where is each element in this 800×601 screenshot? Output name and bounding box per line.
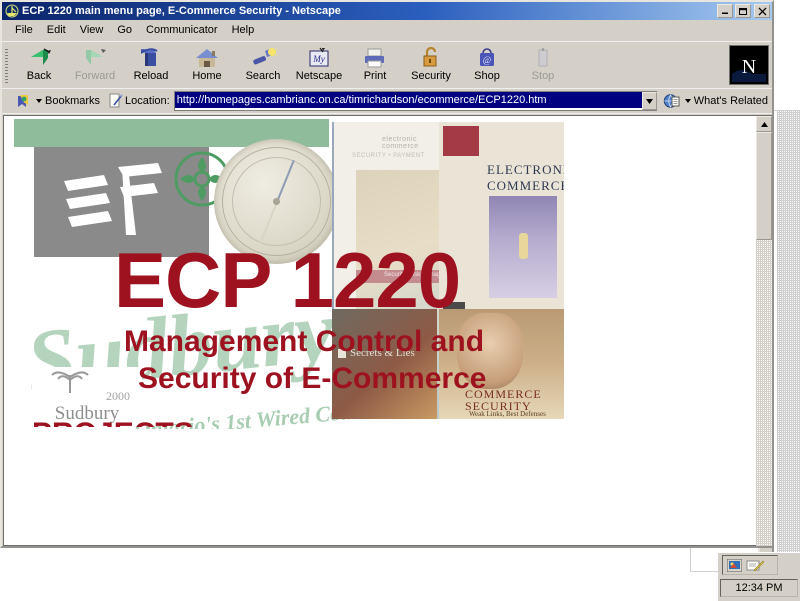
sudbury-logo-year: 2000 (106, 389, 130, 403)
security-button-label: Security (411, 70, 451, 82)
security-button[interactable]: Security (403, 44, 459, 82)
tray-icon-group[interactable] (722, 555, 778, 575)
publisher-logo (443, 126, 479, 156)
scrollbar-thumb[interactable] (756, 132, 772, 240)
menu-item-file[interactable]: File (8, 22, 40, 38)
stop-button[interactable]: Stop (515, 44, 571, 82)
scroll-up-button[interactable] (756, 116, 772, 132)
forward-button[interactable]: Forward (67, 44, 123, 82)
home-button[interactable]: Home (179, 44, 235, 82)
close-button[interactable] (754, 4, 770, 18)
content-vertical-scrollbar[interactable] (756, 115, 772, 546)
scrollbar-track[interactable] (756, 240, 772, 546)
display-properties-icon[interactable] (727, 558, 742, 572)
minimize-icon (722, 12, 728, 14)
forward-button-label: Forward (74, 70, 116, 82)
netscape-ship-icon (5, 4, 19, 18)
chevron-up-icon (760, 121, 768, 127)
banner-subtitle-line2: Security of E-Commerce (138, 362, 487, 395)
pencil-notepad-icon[interactable] (746, 559, 764, 572)
search-button[interactable]: Search (235, 44, 291, 82)
reload-button[interactable]: Reload (123, 44, 179, 82)
chevron-down-icon (684, 99, 691, 103)
bg-window-scroll-track[interactable] (777, 111, 800, 571)
reload-arrow-icon (137, 46, 165, 70)
cambrian-college-logo-icon (64, 163, 162, 235)
toolbar-grip-handle[interactable] (2, 42, 11, 88)
menu-item-communicator[interactable]: Communicator (139, 22, 225, 38)
toolbar-button-group: Back Forward Reload Home Search My Netsc… (11, 42, 571, 88)
back-arrow-icon (25, 46, 53, 70)
book2-title-line1: ELECTRONIC (487, 162, 564, 177)
content-shell: Sudbury Ontario's 1st Wired Community! 2… (2, 113, 772, 546)
menu-item-help[interactable]: Help (225, 22, 262, 38)
menu-item-go[interactable]: Go (110, 22, 139, 38)
whats-related-button[interactable]: What's Related (659, 93, 772, 110)
forward-arrow-icon (81, 46, 109, 70)
stop-button-label: Stop (531, 70, 555, 82)
navigation-toolbar: Back Forward Reload Home Search My Netsc… (2, 41, 772, 88)
minimize-button[interactable] (717, 4, 733, 18)
my-netscape-icon: My (306, 46, 332, 70)
menu-item-edit[interactable]: Edit (40, 22, 73, 38)
my-netscape-button-label: Netscape (295, 70, 343, 82)
home-button-label: Home (192, 70, 222, 82)
url-field-wrapper[interactable] (173, 91, 657, 111)
menu-bar: File Edit View Go Communicator Help (2, 20, 772, 41)
restore-button[interactable] (735, 4, 751, 18)
sudbury-2000-logo: 2000 Sudbury (32, 367, 142, 423)
location-label: Location: (125, 95, 170, 107)
netscape-logo-button[interactable]: N (729, 45, 769, 85)
taskbar-tray: 12:34 PM (718, 552, 800, 601)
house-icon (194, 46, 220, 70)
netscape-browser-window: ECP 1220 main menu page, E-Commerce Secu… (0, 0, 774, 548)
print-button[interactable]: Print (347, 44, 403, 82)
window-title: ECP 1220 main menu page, E-Commerce Secu… (22, 5, 341, 17)
chevron-down-icon (36, 99, 42, 103)
banner-course-code: ECP 1220 (114, 236, 461, 324)
book2-title-line2: COMMERCE (487, 178, 564, 193)
bookmark-ribbon-icon (18, 94, 28, 107)
shop-button[interactable]: @ Shop (459, 44, 515, 82)
stop-sign-icon (531, 46, 555, 70)
web-page: Sudbury Ontario's 1st Wired Community! 2… (4, 116, 756, 429)
taskbar-clock[interactable]: 12:34 PM (720, 579, 798, 597)
window-titlebar[interactable]: ECP 1220 main menu page, E-Commerce Secu… (2, 2, 772, 20)
shopping-bag-icon: @ (475, 46, 499, 70)
url-input[interactable] (174, 92, 642, 108)
bookmarks-button[interactable]: Bookmarks (11, 94, 104, 109)
open-padlock-icon (419, 46, 443, 70)
book1-caption-sub: SECURITY • PAYMENT (352, 153, 425, 159)
svg-text:N: N (742, 56, 756, 78)
search-button-label: Search (245, 70, 281, 82)
book3-subtitle: Weak Links, Best Defenses (469, 410, 546, 418)
globe-page-icon (663, 93, 680, 108)
banner-subtitle-line1: Management Control and (124, 325, 485, 358)
back-button-label: Back (26, 70, 52, 82)
location-bar: Bookmarks Location: http://homepages.cam… (2, 88, 772, 113)
back-button[interactable]: Back (11, 44, 67, 82)
reload-button-label: Reload (133, 70, 169, 82)
close-icon (758, 7, 766, 15)
course-banner-image[interactable]: Sudbury Ontario's 1st Wired Community! 2… (14, 119, 564, 429)
netscape-n-icon: N (732, 48, 766, 82)
restore-icon (738, 7, 747, 15)
sudbury-plant-icon (51, 371, 89, 393)
my-netscape-button[interactable]: My Netscape (291, 44, 347, 82)
whats-related-label: What's Related (693, 95, 768, 107)
print-button-label: Print (363, 70, 387, 82)
shop-button-label: Shop (474, 70, 500, 82)
banner-cut-off-text: PROJECTS (32, 419, 194, 427)
flashlight-icon (249, 46, 277, 70)
bookmarks-label: Bookmarks (45, 95, 101, 107)
page-content-area: Sudbury Ontario's 1st Wired Community! 2… (3, 115, 756, 546)
svg-text:My: My (312, 54, 325, 64)
page-quill-icon (109, 93, 124, 108)
chevron-down-icon (645, 98, 653, 104)
menu-item-view[interactable]: View (73, 22, 111, 38)
book2-artwork (489, 196, 557, 298)
svg-text:@: @ (483, 55, 491, 65)
url-dropdown-button[interactable] (641, 92, 657, 110)
printer-icon (362, 46, 388, 70)
